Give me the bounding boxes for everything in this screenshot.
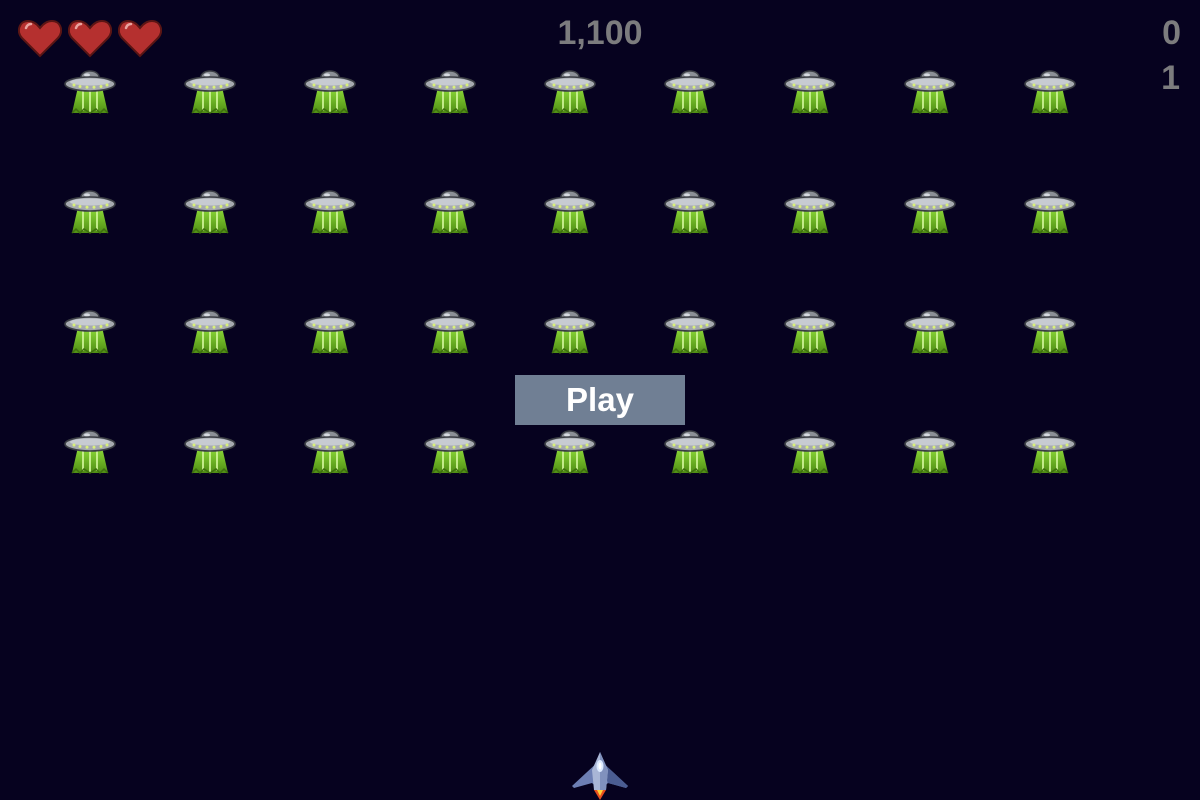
ufo-alien-icon — [784, 430, 836, 475]
ufo-alien-icon — [64, 310, 116, 355]
ufo-alien-icon — [904, 430, 956, 475]
ufo-alien-icon — [904, 190, 956, 235]
ufo-alien-icon — [544, 430, 596, 475]
ufo-alien-icon — [544, 190, 596, 235]
ufo-alien-icon — [184, 70, 236, 115]
ufo-alien-icon — [184, 430, 236, 475]
ufo-alien-icon — [1024, 70, 1076, 115]
ufo-alien-icon — [304, 190, 356, 235]
ufo-alien-icon — [784, 190, 836, 235]
ufo-alien-icon — [424, 430, 476, 475]
ufo-alien-icon — [664, 70, 716, 115]
ufo-alien-icon — [544, 70, 596, 115]
ufo-alien-icon — [904, 310, 956, 355]
ufo-alien-icon — [304, 310, 356, 355]
ufo-alien-icon — [544, 310, 596, 355]
ufo-alien-icon — [664, 430, 716, 475]
ufo-alien-icon — [64, 190, 116, 235]
ufo-alien-icon — [784, 70, 836, 115]
play-button[interactable]: Play — [515, 375, 685, 425]
ufo-alien-icon — [64, 70, 116, 115]
ufo-alien-icon — [664, 190, 716, 235]
ufo-alien-icon — [184, 310, 236, 355]
player-ship-icon — [572, 752, 628, 800]
ufo-alien-icon — [304, 70, 356, 115]
ufo-alien-icon — [1024, 430, 1076, 475]
ufo-alien-icon — [1024, 310, 1076, 355]
ufo-alien-icon — [1024, 190, 1076, 235]
ufo-alien-icon — [664, 310, 716, 355]
ufo-alien-icon — [424, 70, 476, 115]
ufo-alien-icon — [304, 430, 356, 475]
ufo-alien-icon — [904, 70, 956, 115]
ufo-alien-icon — [784, 310, 836, 355]
ufo-alien-icon — [424, 190, 476, 235]
ufo-alien-icon — [64, 430, 116, 475]
ufo-alien-icon — [184, 190, 236, 235]
ufo-alien-icon — [424, 310, 476, 355]
